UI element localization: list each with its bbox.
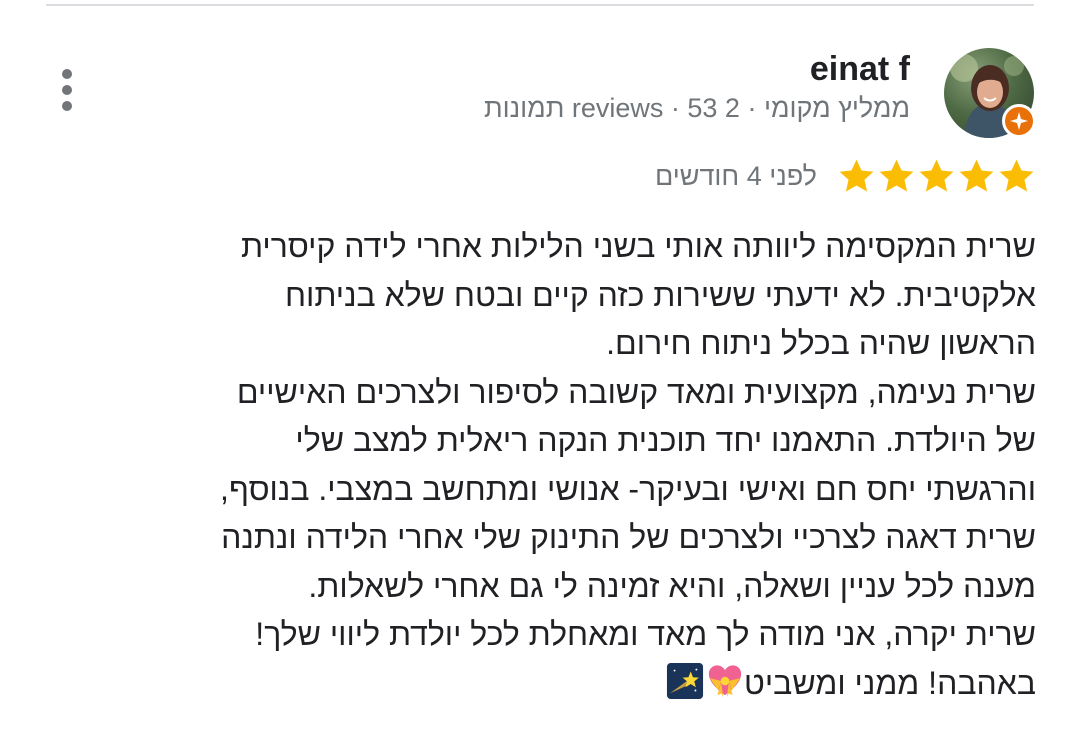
- review-line: והרגשתי יחס חם ואישי ובעיקר- אנושי ומתחש…: [220, 470, 1036, 507]
- star-icon: [959, 159, 994, 191]
- review-last-line: באהבה! ממני ומשביט: [156, 659, 1036, 708]
- more-dot: [62, 85, 72, 95]
- top-divider: [46, 4, 1034, 6]
- rating-row: לפני 4 חודשים: [655, 152, 1036, 200]
- shooting-star-emoji: [666, 662, 704, 699]
- more-dot: [62, 101, 72, 111]
- more-dot: [62, 69, 72, 79]
- review-line: של היולדת. התאמנו יחד תוכנית הנקה ריאלית…: [295, 422, 1036, 458]
- reviewer-avatar[interactable]: [944, 48, 1036, 140]
- reviewer-name[interactable]: einat f: [810, 50, 910, 89]
- star-icon: [839, 159, 874, 191]
- heart-with-ribbon-emoji: [708, 664, 742, 697]
- review-line: אלקטיבית. לא ידעתי ששירות כזה קיים ובטח …: [284, 276, 1036, 313]
- review-line: שרית נעימה, מקצועית ומאד קשובה לסיפור ול…: [236, 373, 1036, 410]
- star-icon: [879, 159, 914, 191]
- reviewer-meta[interactable]: ממליץ מקומי · 2 reviews · 53 תמונות: [484, 93, 910, 124]
- review-line: מענה לכל עניין ושאלה, והיא זמינה לי גם א…: [308, 567, 1036, 604]
- review-date: לפני 4 חודשים: [654, 160, 817, 191]
- star-icon: [919, 159, 954, 191]
- review-text: שרית המקסימה ליוותה אותי בשני הלילות אחר…: [156, 222, 1036, 707]
- review-line: שרית דאגה לצרכיי ולצרכים של התינוק שלי א…: [221, 519, 1036, 555]
- local-guide-badge-icon: [1002, 104, 1036, 138]
- star-icon: [999, 159, 1034, 191]
- review-line: שרית יקרה, אני מודה לך מאד ומאחלת לכל יו…: [255, 616, 1036, 652]
- review-line: הראשון שהיה בכלל ניתוח חירום.: [606, 325, 1036, 361]
- star-rating: [837, 157, 1036, 196]
- local-guide-star-icon: [1010, 112, 1028, 130]
- review-line-text: באהבה! ממני ומשביט: [743, 664, 1036, 701]
- review-line: שרית המקסימה ליוותה אותי בשני הלילות אחר…: [240, 228, 1036, 264]
- more-options-button[interactable]: [50, 62, 84, 118]
